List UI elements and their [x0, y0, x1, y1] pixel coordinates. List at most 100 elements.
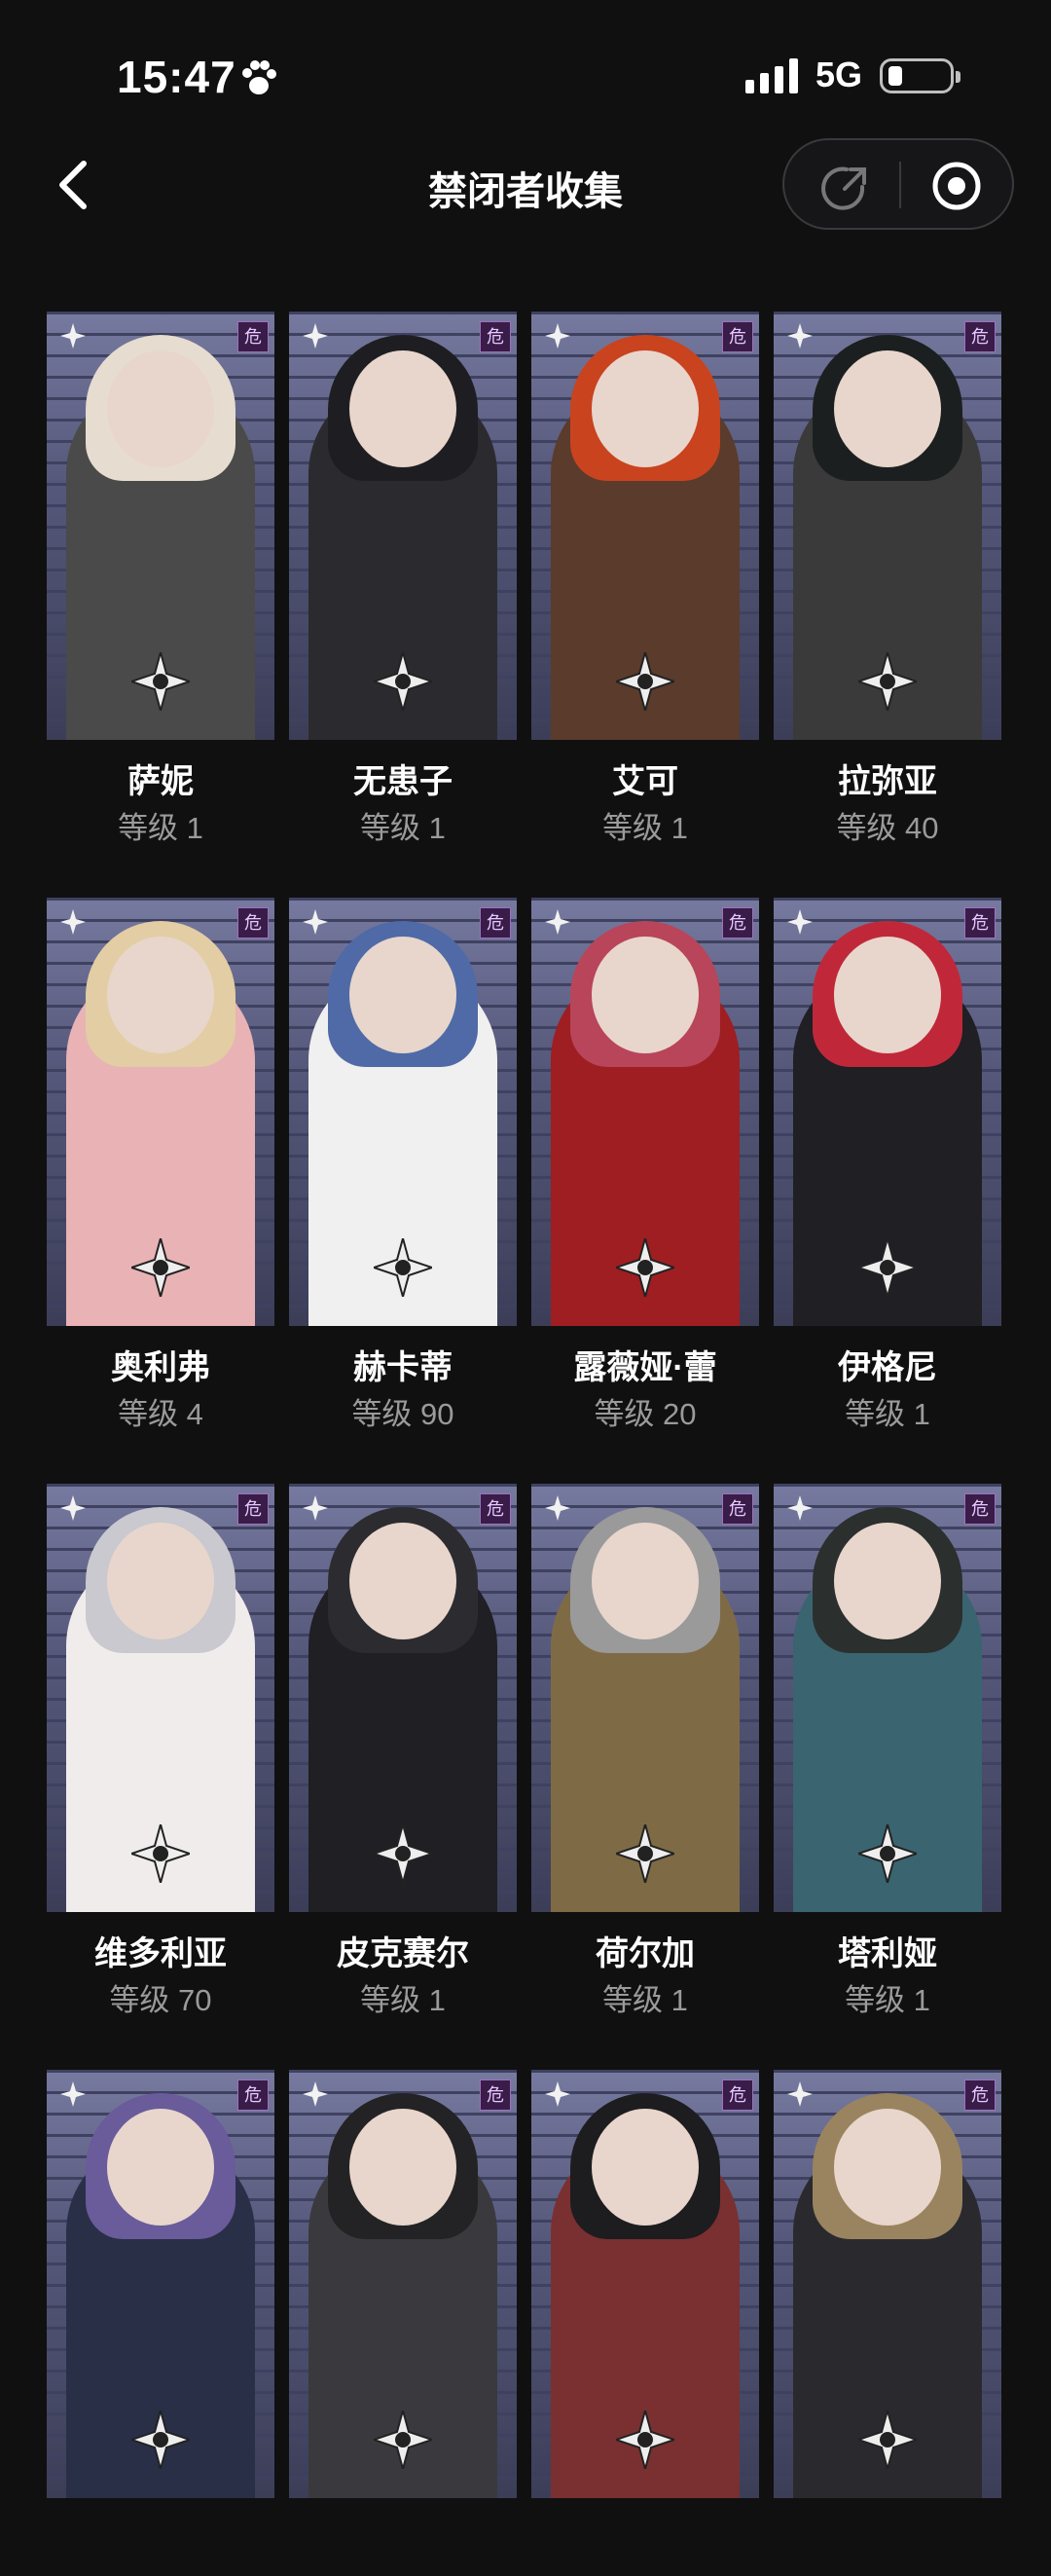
- character-name: 露薇娅·蕾: [573, 1349, 717, 1386]
- character-card[interactable]: 危 萨妮 等级 1: [47, 312, 274, 845]
- danger-tag-icon: 危: [237, 907, 269, 938]
- character-portrait: 危: [289, 2070, 517, 2498]
- character-portrait: 危: [289, 1484, 517, 1912]
- status-bar: 15:47 5G: [0, 0, 1051, 146]
- character-face: [107, 2109, 214, 2226]
- danger-tag-icon: 危: [722, 2079, 753, 2111]
- character-face: [349, 350, 456, 467]
- character-portrait: 危: [289, 312, 517, 740]
- character-card[interactable]: 危 荷尔加 等级 1: [531, 1484, 759, 2017]
- character-level: 等级 1: [360, 811, 446, 845]
- emblem-icon: [374, 652, 432, 711]
- network-type: 5G: [815, 55, 863, 94]
- character-face: [107, 1523, 214, 1639]
- emblem-icon: [131, 2410, 190, 2469]
- character-card[interactable]: 危: [531, 2070, 759, 2576]
- character-name: 荷尔加: [596, 1935, 695, 1972]
- character-level: 等级 1: [118, 811, 203, 845]
- sparkle-icon: [545, 909, 570, 935]
- character-name: 拉弥亚: [838, 763, 937, 800]
- emblem-icon: [858, 1238, 917, 1297]
- character-level: 等级 1: [845, 1983, 930, 2017]
- sparkle-icon: [303, 1495, 328, 1521]
- character-portrait: 危: [47, 1484, 274, 1912]
- character-name: 维多利亚: [94, 1935, 227, 1972]
- character-face: [834, 937, 941, 1053]
- sparkle-icon: [303, 2081, 328, 2107]
- danger-tag-icon: 危: [480, 321, 511, 352]
- emblem-icon: [131, 652, 190, 711]
- character-level: 等级 4: [118, 1397, 203, 1431]
- character-name: 皮克赛尔: [337, 1935, 469, 1972]
- sparkle-icon: [545, 323, 570, 349]
- character-card[interactable]: 危: [47, 2070, 274, 2576]
- sparkle-icon: [303, 909, 328, 935]
- character-level: 等级 90: [351, 1397, 454, 1431]
- character-card[interactable]: 危 奥利弗 等级 4: [47, 898, 274, 1431]
- danger-tag-icon: 危: [480, 1493, 511, 1525]
- character-level: 等级 1: [602, 1983, 688, 2017]
- character-name: 奥利弗: [111, 1349, 210, 1386]
- danger-tag-icon: 危: [722, 321, 753, 352]
- emblem-icon: [858, 652, 917, 711]
- sparkle-icon: [60, 909, 86, 935]
- character-face: [592, 937, 699, 1053]
- character-card[interactable]: 危 塔利娅 等级 1: [774, 1484, 1001, 2017]
- character-face: [592, 1523, 699, 1639]
- sparkle-icon: [545, 2081, 570, 2107]
- character-level: 等级 1: [602, 811, 688, 845]
- character-card[interactable]: 危 皮克赛尔 等级 1: [289, 1484, 517, 2017]
- character-card[interactable]: 危 无患子 等级 1: [289, 312, 517, 845]
- danger-tag-icon: 危: [964, 321, 996, 352]
- emblem-icon: [858, 1824, 917, 1883]
- character-portrait: 危: [531, 312, 759, 740]
- capsule-divider: [899, 162, 901, 208]
- emblem-icon: [858, 2410, 917, 2469]
- character-face: [592, 350, 699, 467]
- character-face: [834, 2109, 941, 2226]
- danger-tag-icon: 危: [722, 1493, 753, 1525]
- character-card[interactable]: 危 露薇娅·蕾 等级 20: [531, 898, 759, 1431]
- character-card[interactable]: 危 艾可 等级 1: [531, 312, 759, 845]
- character-card[interactable]: 危: [289, 2070, 517, 2576]
- paw-icon: [242, 60, 276, 94]
- miniprogram-capsule: [782, 138, 1014, 230]
- share-icon[interactable]: [819, 162, 870, 212]
- character-card[interactable]: 危 赫卡蒂 等级 90: [289, 898, 517, 1431]
- character-portrait: 危: [774, 898, 1001, 1326]
- close-target-icon[interactable]: [930, 160, 983, 212]
- emblem-icon: [616, 2410, 674, 2469]
- character-name: 艾可: [612, 763, 678, 800]
- emblem-icon: [374, 1824, 432, 1883]
- danger-tag-icon: 危: [237, 321, 269, 352]
- character-card[interactable]: 危: [774, 2070, 1001, 2576]
- character-face: [107, 937, 214, 1053]
- character-card[interactable]: 危 伊格尼 等级 1: [774, 898, 1001, 1431]
- character-face: [592, 2109, 699, 2226]
- character-card[interactable]: 危 维多利亚 等级 70: [47, 1484, 274, 2017]
- clock-time: 15:47: [117, 52, 236, 102]
- sparkle-icon: [545, 1495, 570, 1521]
- character-level: 等级 40: [836, 811, 939, 845]
- sparkle-icon: [787, 2081, 813, 2107]
- character-name: 萨妮: [127, 763, 194, 800]
- character-face: [349, 937, 456, 1053]
- character-name: 无患子: [353, 763, 453, 800]
- danger-tag-icon: 危: [237, 2079, 269, 2111]
- signal-icon: [745, 58, 798, 93]
- character-name: 塔利娅: [838, 1935, 937, 1972]
- emblem-icon: [616, 1824, 674, 1883]
- danger-tag-icon: 危: [964, 907, 996, 938]
- character-card[interactable]: 危 拉弥亚 等级 40: [774, 312, 1001, 845]
- danger-tag-icon: 危: [480, 907, 511, 938]
- character-level: 等级 1: [845, 1397, 930, 1431]
- character-name: 赫卡蒂: [353, 1349, 453, 1386]
- danger-tag-icon: 危: [964, 1493, 996, 1525]
- emblem-icon: [131, 1824, 190, 1883]
- sparkle-icon: [60, 1495, 86, 1521]
- sparkle-icon: [303, 323, 328, 349]
- character-face: [349, 2109, 456, 2226]
- danger-tag-icon: 危: [237, 1493, 269, 1525]
- character-portrait: 危: [289, 898, 517, 1326]
- sparkle-icon: [787, 1495, 813, 1521]
